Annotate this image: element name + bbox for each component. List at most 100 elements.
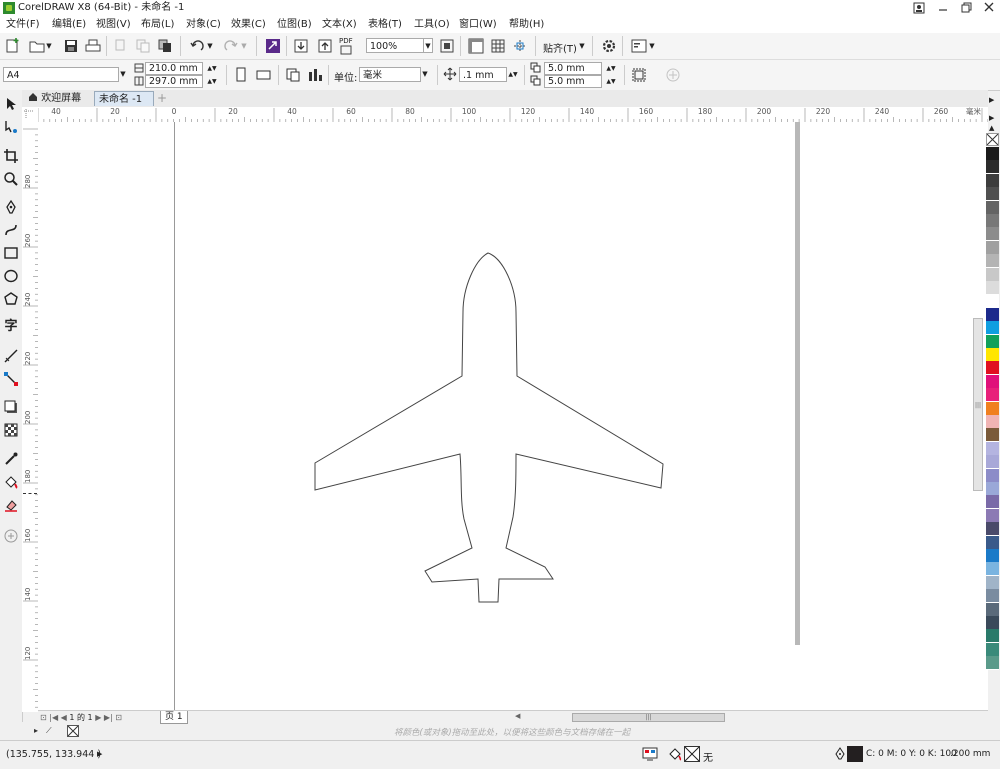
color-swatch[interactable]	[986, 401, 999, 416]
color-swatch[interactable]	[986, 441, 999, 456]
color-swatch[interactable]	[986, 227, 999, 242]
page-height-field[interactable]: 297.0 mm	[145, 75, 203, 88]
menu-text[interactable]: 文本(X)	[322, 18, 357, 31]
color-swatch[interactable]	[986, 495, 999, 510]
application-launcher-icon[interactable]	[630, 37, 648, 55]
pick-tool-icon[interactable]	[3, 96, 19, 112]
full-screen-icon[interactable]	[438, 37, 456, 55]
menu-bitmaps[interactable]: 位图(B)	[277, 18, 312, 31]
color-swatch[interactable]	[986, 616, 999, 630]
color-swatch[interactable]	[986, 415, 999, 429]
account-icon[interactable]	[908, 1, 930, 15]
menu-object[interactable]: 对象(C)	[186, 18, 221, 31]
outline-color-swatch[interactable]	[847, 746, 863, 762]
color-swatch[interactable]	[986, 549, 999, 563]
last-page-icon[interactable]: ▶|	[104, 713, 113, 722]
menu-effects[interactable]: 效果(C)	[231, 18, 266, 31]
page-size-dropdown-icon[interactable]: ▼	[118, 67, 128, 82]
publish-pdf-button[interactable]: PDF	[339, 37, 353, 55]
prev-page-arrow-icon[interactable]: |◀	[49, 713, 58, 722]
shape-tool-icon[interactable]	[3, 119, 19, 135]
color-swatch[interactable]	[986, 629, 999, 644]
color-swatch[interactable]	[986, 468, 999, 483]
color-swatch[interactable]	[986, 160, 999, 175]
nudge-distance-field[interactable]: .1 mm	[459, 67, 507, 82]
status-expand-icon[interactable]: ▶	[97, 750, 102, 758]
search-content-icon[interactable]	[264, 37, 282, 55]
menu-tools[interactable]: 工具(O)	[414, 18, 450, 31]
menu-help[interactable]: 帮助(H)	[509, 18, 544, 31]
portrait-icon[interactable]	[232, 66, 250, 84]
color-swatch[interactable]	[986, 589, 999, 604]
color-swatch[interactable]	[986, 240, 999, 255]
close-button[interactable]	[978, 1, 1000, 15]
open-dropdown-icon[interactable]: ▼	[45, 39, 53, 54]
horizontal-ruler[interactable]: 40 20 0 20 40 60 80 100 120 140 160 180 …	[38, 107, 988, 123]
polygon-tool-icon[interactable]	[3, 291, 19, 307]
units-select[interactable]: 毫米	[359, 67, 421, 82]
current-page-icon[interactable]	[306, 66, 324, 84]
color-swatch[interactable]	[986, 374, 999, 389]
fill-none-swatch[interactable]	[684, 746, 700, 762]
color-swatch[interactable]	[986, 602, 999, 617]
ellipse-tool-icon[interactable]	[3, 268, 19, 284]
export-icon[interactable]	[316, 37, 334, 55]
docker-expand-icon[interactable]: ▶	[989, 114, 994, 122]
artistic-media-tool-icon[interactable]	[3, 222, 19, 238]
zoom-dropdown-icon[interactable]: ▼	[423, 38, 433, 53]
color-swatch[interactable]	[986, 307, 999, 322]
color-swatch[interactable]	[986, 214, 999, 228]
freehand-tool-icon[interactable]	[3, 199, 19, 215]
color-swatch[interactable]	[986, 321, 999, 336]
color-swatch[interactable]	[986, 334, 999, 349]
scroll-left-icon[interactable]: ◀	[515, 712, 520, 720]
show-grid-icon[interactable]	[489, 37, 507, 55]
color-swatch[interactable]	[986, 173, 999, 188]
new-tab-icon[interactable]: +	[156, 91, 170, 106]
tab-document[interactable]: 未命名 -1	[94, 91, 154, 106]
undo-dropdown-icon[interactable]: ▼	[206, 39, 214, 54]
color-swatch[interactable]	[986, 294, 999, 309]
menu-layout[interactable]: 布局(L)	[141, 18, 174, 31]
import-icon[interactable]	[292, 37, 310, 55]
minimize-button[interactable]	[932, 1, 954, 15]
page-size-select[interactable]: A4	[3, 67, 119, 82]
airplane-shape[interactable]	[38, 122, 988, 710]
text-tool-icon[interactable]: 字	[3, 319, 19, 335]
nudge-spinner-icon[interactable]: ▲▼	[507, 67, 519, 82]
options-gear-icon[interactable]	[600, 37, 618, 55]
menu-window[interactable]: 窗口(W)	[459, 18, 497, 31]
page-tab-1[interactable]: 页 1	[160, 711, 188, 724]
color-swatch[interactable]	[986, 455, 999, 470]
add-page-icon[interactable]: ⊡	[115, 713, 122, 722]
show-guidelines-icon[interactable]	[511, 37, 529, 55]
zoom-tool-icon[interactable]	[3, 171, 19, 187]
restore-button[interactable]	[956, 1, 978, 15]
color-swatch[interactable]	[986, 656, 999, 671]
ruler-origin[interactable]	[22, 107, 39, 123]
zoom-level-field[interactable]: 100%	[366, 38, 424, 53]
quick-customize-icon[interactable]	[664, 66, 682, 84]
redo-icon[interactable]	[222, 37, 240, 55]
color-swatch[interactable]	[986, 428, 999, 443]
copy-icon[interactable]	[134, 37, 152, 55]
units-dropdown-icon[interactable]: ▼	[420, 67, 430, 82]
palette-eyedropper-icon[interactable]: ⟋	[46, 726, 52, 736]
show-rulers-icon[interactable]	[467, 37, 485, 55]
color-swatch[interactable]	[986, 187, 999, 202]
color-swatch[interactable]	[986, 348, 999, 362]
color-swatch[interactable]	[986, 535, 999, 550]
color-proofing-icon[interactable]	[642, 747, 658, 761]
document-palette-no-color-swatch[interactable]	[67, 725, 79, 737]
color-swatch[interactable]	[986, 575, 999, 590]
transparency-tool-icon[interactable]	[3, 422, 19, 438]
snap-dropdown-icon[interactable]: ▼	[578, 39, 586, 54]
undo-icon[interactable]	[188, 37, 206, 55]
landscape-icon[interactable]	[255, 66, 273, 84]
snap-to-menu[interactable]: 贴齐(T)	[543, 40, 577, 55]
crop-tool-icon[interactable]	[3, 148, 19, 164]
launcher-dropdown-icon[interactable]: ▼	[648, 39, 656, 54]
color-swatch[interactable]	[986, 522, 999, 537]
prev-page-icon[interactable]: ◀	[61, 713, 67, 722]
color-swatch[interactable]	[986, 642, 999, 657]
